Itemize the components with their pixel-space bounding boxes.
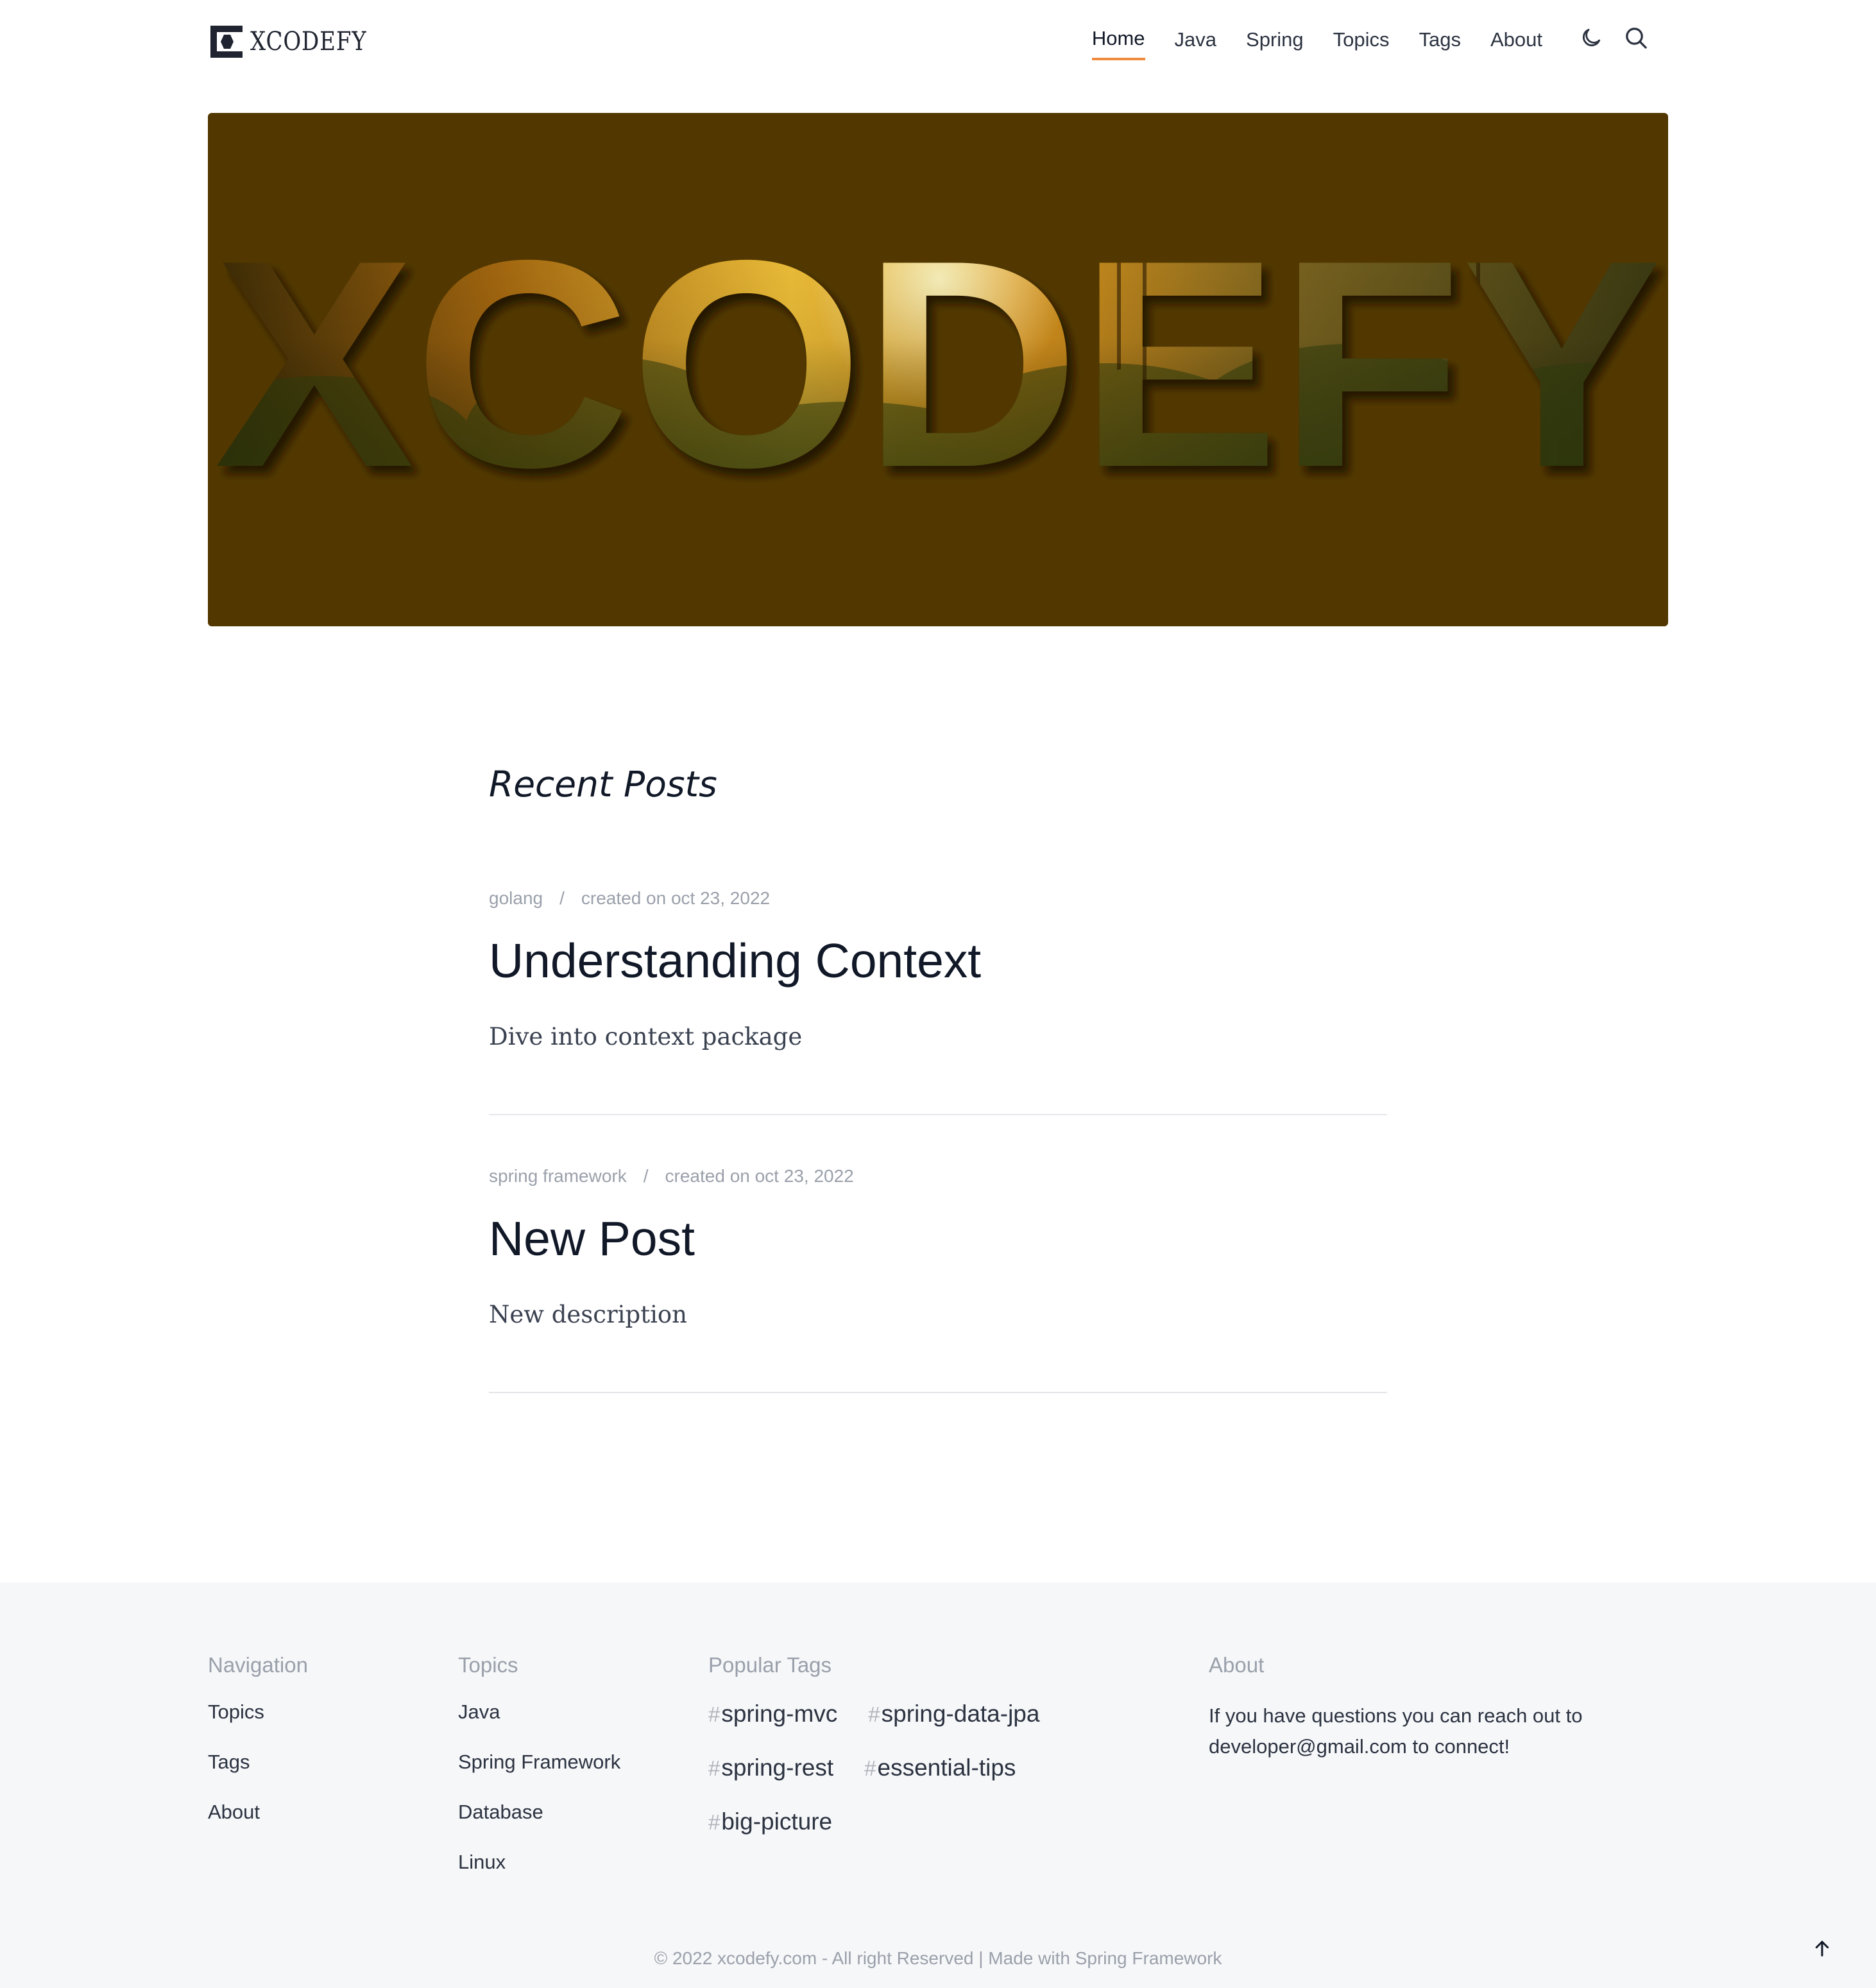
- hash-icon: #: [708, 1810, 721, 1834]
- footer-heading-navigation: Navigation: [208, 1653, 308, 1677]
- hash-icon: #: [708, 1702, 721, 1726]
- footer-about-text: If you have questions you can reach out …: [1209, 1704, 1583, 1758]
- footer-tags: Popular Tags #spring-mvc #spring-data-jp…: [708, 1653, 1106, 1862]
- post-card: spring framework / created on oct 23, 2022…: [489, 1166, 1387, 1393]
- page: XCODEFY Home Java Spring Topics Tags Abo…: [0, 0, 1876, 1988]
- post-card: golang / created on oct 23, 2022 Understan…: [489, 888, 1387, 1115]
- post-title[interactable]: Understanding Context: [489, 933, 1387, 988]
- post-description: Dive into context package: [489, 1023, 803, 1051]
- nav-spring[interactable]: Spring: [1246, 27, 1304, 59]
- moon-icon: [1582, 29, 1601, 47]
- footer-topic-database[interactable]: Database: [458, 1801, 620, 1824]
- post-meta: spring framework / created on oct 23, 2022: [489, 1166, 1387, 1187]
- nav-java[interactable]: Java: [1175, 27, 1216, 59]
- tag-label: big-picture: [721, 1808, 833, 1835]
- hero-banner: XCODEFY XCODEFY: [208, 113, 1668, 626]
- tag-list: #spring-mvc #spring-data-jpa #spring-res…: [708, 1701, 1106, 1862]
- footer-navigation: Navigation Topics Tags About: [208, 1653, 308, 1851]
- nav-topics[interactable]: Topics: [1333, 27, 1390, 59]
- footer-topic-java[interactable]: Java: [458, 1701, 620, 1724]
- logo-icon: [210, 26, 243, 58]
- brand-name: XCODEFY: [250, 27, 367, 56]
- tag-label: essential-tips: [877, 1754, 1016, 1781]
- main-nav: Home Java Spring Topics Tags About: [1091, 24, 1650, 61]
- post-meta: golang / created on oct 23, 2022: [489, 888, 1387, 909]
- footer-link-about[interactable]: About: [208, 1801, 308, 1824]
- footer-link-tags[interactable]: Tags: [208, 1751, 308, 1774]
- footer-heading-tags: Popular Tags: [708, 1653, 832, 1677]
- site-header: XCODEFY Home Java Spring Topics Tags Abo…: [0, 0, 1876, 90]
- post-date: created on oct 23, 2022: [581, 888, 771, 908]
- footer-heading-topics: Topics: [458, 1653, 518, 1677]
- footer-about: About If you have questions you can reac…: [1209, 1653, 1671, 1762]
- footer-link-topics[interactable]: Topics: [208, 1701, 308, 1724]
- site-footer: Navigation Topics Tags About Topics Java…: [0, 1582, 1876, 1988]
- meta-separator: /: [559, 888, 565, 908]
- hash-icon: #: [708, 1756, 721, 1780]
- search-button[interactable]: [1622, 24, 1650, 52]
- section-title: Recent Posts: [489, 764, 717, 805]
- post-category[interactable]: golang: [489, 888, 543, 908]
- footer-topics: Topics Java Spring Framework Database Li…: [458, 1653, 620, 1901]
- tag-label: spring-data-jpa: [881, 1701, 1040, 1727]
- meta-separator: /: [643, 1166, 649, 1186]
- post-title[interactable]: New Post: [489, 1211, 1387, 1266]
- footer-topic-linux[interactable]: Linux: [458, 1851, 620, 1874]
- arrow-up-icon: [1815, 1941, 1829, 1957]
- hash-icon: #: [868, 1702, 880, 1726]
- site-logo[interactable]: XCODEFY: [210, 26, 388, 58]
- post-divider: [489, 1114, 1387, 1115]
- theme-toggle-button[interactable]: [1577, 24, 1605, 52]
- footer-heading-about: About: [1209, 1653, 1265, 1677]
- hash-icon: #: [864, 1756, 876, 1780]
- search-icon: [1626, 28, 1647, 49]
- footer-topic-spring-framework[interactable]: Spring Framework: [458, 1751, 620, 1774]
- tag-essential-tips[interactable]: #essential-tips: [864, 1754, 1016, 1781]
- tag-spring-mvc[interactable]: #spring-mvc: [708, 1701, 837, 1727]
- tag-label: spring-rest: [721, 1754, 834, 1781]
- copyright: © 2022 xcodefy.com - All right Reserved …: [654, 1948, 1222, 1968]
- back-to-top-button[interactable]: [1809, 1935, 1835, 1961]
- tag-spring-rest[interactable]: #spring-rest: [708, 1754, 833, 1781]
- post-description: New description: [489, 1301, 688, 1329]
- tag-label: spring-mvc: [721, 1701, 838, 1727]
- post-date: created on oct 23, 2022: [665, 1166, 854, 1186]
- tag-spring-data-jpa[interactable]: #spring-data-jpa: [868, 1701, 1039, 1727]
- hero-artwork: XCODEFY XCODEFY: [214, 200, 1662, 529]
- tag-big-picture[interactable]: #big-picture: [708, 1808, 832, 1835]
- nav-tags[interactable]: Tags: [1419, 27, 1461, 59]
- post-divider: [489, 1392, 1387, 1393]
- nav-home[interactable]: Home: [1091, 26, 1145, 61]
- nav-about[interactable]: About: [1490, 27, 1542, 59]
- post-category[interactable]: spring framework: [489, 1166, 627, 1186]
